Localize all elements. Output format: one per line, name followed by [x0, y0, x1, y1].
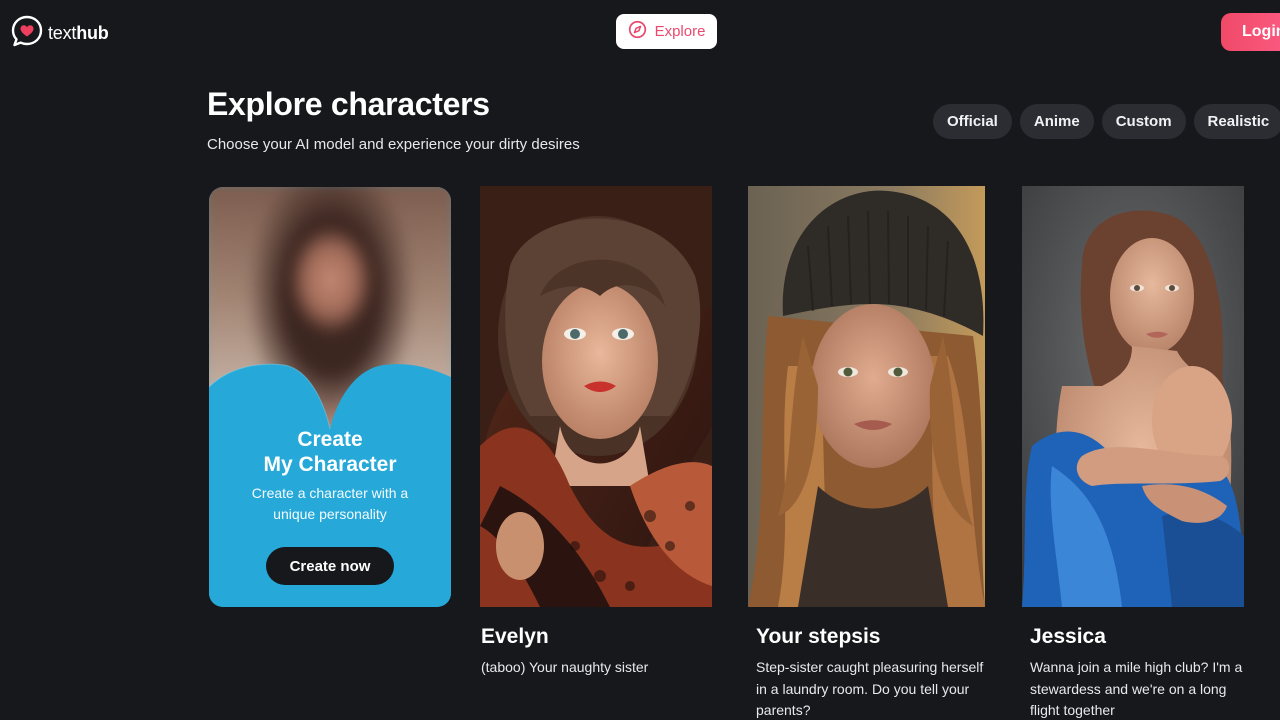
character-card-evelyn[interactable]: Evelyn (taboo) Your naughty sister: [480, 186, 712, 679]
heart-chat-icon: [10, 14, 44, 53]
page-title: Explore characters: [207, 86, 490, 122]
filter-chips: Official Anime Custom Realistic: [933, 104, 1280, 139]
filter-official[interactable]: Official: [933, 104, 1012, 139]
create-character-card[interactable]: Create My Character Create a character w…: [209, 187, 451, 607]
create-now-button[interactable]: Create now: [266, 547, 394, 585]
create-card-description: Create a character with a unique persona…: [251, 485, 409, 522]
character-image-stepsis: [748, 186, 985, 607]
page-subtitle: Choose your AI model and experience your…: [207, 136, 580, 153]
explore-button[interactable]: Explore: [616, 14, 717, 49]
filter-realistic[interactable]: Realistic: [1193, 104, 1280, 139]
character-card-stepsis[interactable]: Your stepsis Step-sister caught pleasuri…: [748, 186, 985, 720]
login-button[interactable]: Login: [1221, 13, 1280, 51]
create-title-line1: Create: [297, 428, 363, 451]
character-name: Evelyn: [481, 625, 549, 648]
character-name: Your stepsis: [756, 625, 881, 648]
filter-anime[interactable]: Anime: [1019, 104, 1094, 139]
character-name: Jessica: [1030, 625, 1106, 648]
logo[interactable]: texthub: [10, 14, 109, 53]
login-label: Login: [1242, 23, 1280, 40]
logo-text-bold: hub: [76, 23, 109, 43]
character-description: Wanna join a mile high club? I'm a stewa…: [1030, 659, 1243, 718]
filter-custom[interactable]: Custom: [1101, 104, 1186, 139]
character-card-jessica[interactable]: Jessica Wanna join a mile high club? I'm…: [1022, 186, 1244, 720]
character-image-jessica: [1022, 186, 1244, 607]
character-description: (taboo) Your naughty sister: [481, 659, 649, 675]
compass-icon: [628, 20, 647, 43]
create-title-line2: My Character: [263, 453, 397, 476]
explore-label: Explore: [654, 23, 706, 40]
create-card-title: Create My Character: [209, 427, 451, 477]
character-image-evelyn: [480, 186, 712, 607]
logo-text: texthub: [48, 23, 109, 44]
character-description: Step-sister caught pleasuring herself in…: [756, 659, 984, 718]
logo-text-light: text: [48, 23, 77, 43]
